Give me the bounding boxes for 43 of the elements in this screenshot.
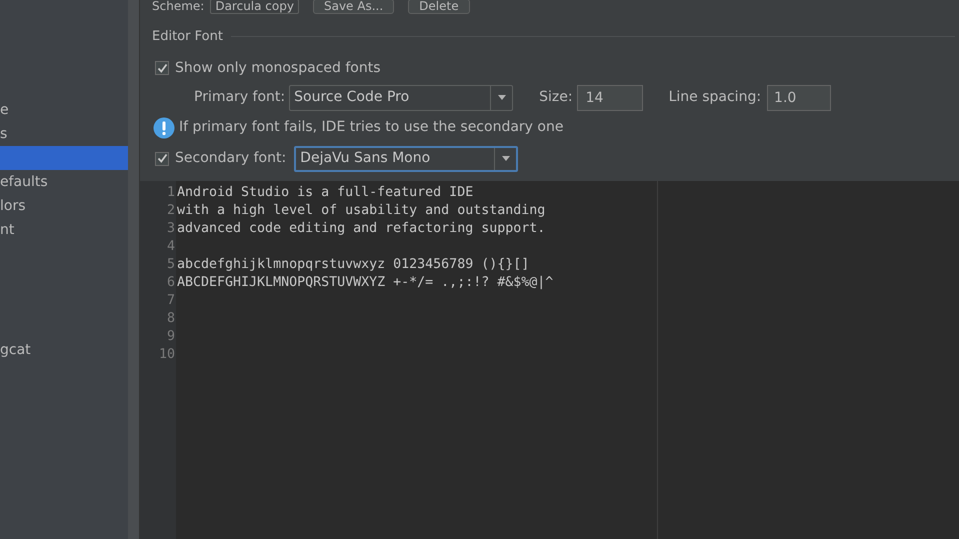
code-line: advanced code editing and refactoring support. (177, 220, 546, 236)
line-number: 10 (158, 346, 176, 364)
line-number: 8 (166, 310, 176, 328)
code-line: Android Studio is a full-featured IDE (177, 184, 474, 200)
scheme-button[interactable]: Save As... (312, 0, 394, 14)
line-number: 1 (166, 184, 176, 202)
info-icon (153, 116, 175, 138)
line-spacing-field[interactable]: 1.0 (767, 84, 832, 110)
field-label: Size: (539, 88, 573, 107)
dropdown-caret-icon (498, 95, 506, 100)
checkbox-label: Show only monospaced fonts (175, 58, 380, 78)
line-number: 7 (166, 292, 176, 310)
checkbox-label: Secondary font: (175, 149, 286, 168)
checkmark-icon (156, 153, 168, 164)
sidebar-item[interactable]: gcat (0, 338, 128, 362)
line-number: 6 (166, 274, 176, 292)
font-dropdown[interactable]: Source Code Pro (289, 84, 514, 110)
size-field[interactable]: 14 (576, 84, 643, 110)
section-title: Editor Font (152, 28, 223, 46)
checkmark-icon (156, 62, 168, 74)
scheme-button[interactable]: Delete (408, 0, 470, 14)
code-line: abcdefghijklmnopqrstuvwxyz 0123456789 (){}[] (177, 256, 530, 272)
dropdown-caret-icon (502, 156, 510, 161)
line-number: 3 (166, 220, 176, 238)
info-text: If primary font fails, IDE tries to use the secondary one (179, 118, 564, 137)
checkbox[interactable] (155, 61, 169, 75)
scheme-dropdown[interactable]: Darcula copy (210, 0, 299, 14)
line-number: 2 (166, 202, 176, 220)
sidebar-item[interactable]: s (0, 122, 128, 146)
sidebar-item[interactable]: nt (0, 218, 128, 242)
line-number: 5 (166, 256, 176, 274)
sidebar-item[interactable]: lors (0, 194, 128, 218)
checkbox[interactable] (155, 152, 169, 166)
code-line: ABCDEFGHIJKLMNOPQRSTUVWXYZ +-*/= .,;:!? #&$%@|^ (177, 274, 554, 290)
code-line: with a high level of usability and outstanding (177, 202, 546, 218)
scheme-label: Scheme: (152, 0, 204, 15)
line-number: 4 (166, 238, 176, 256)
line-number: 9 (166, 328, 176, 346)
sidebar-item[interactable]: efaults (0, 170, 128, 194)
font-dropdown[interactable]: DejaVu Sans Mono (294, 146, 518, 172)
sidebar-item[interactable]: e (0, 98, 128, 122)
field-label: Line spacing: (668, 88, 762, 107)
field-label: Primary font: (194, 88, 286, 107)
